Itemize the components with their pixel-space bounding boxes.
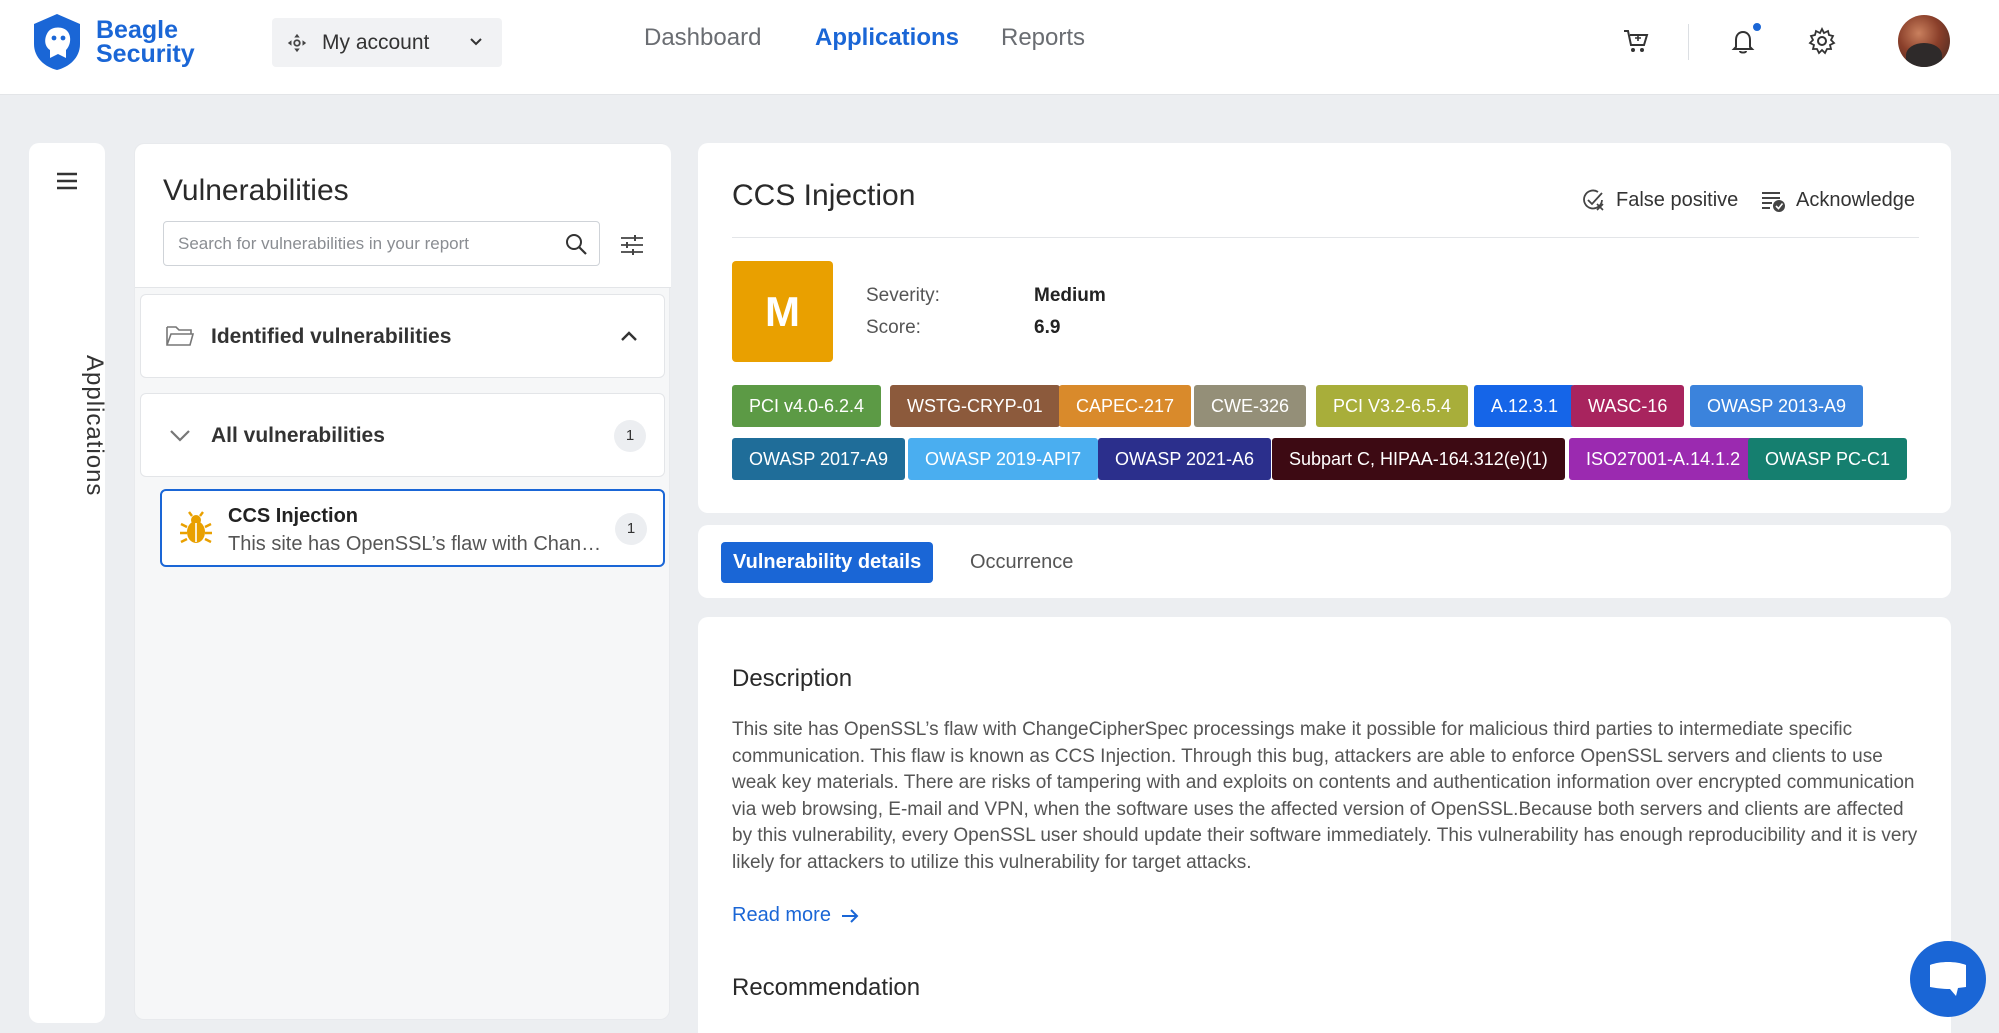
divider bbox=[1688, 24, 1689, 60]
all-label: All vulnerabilities bbox=[211, 424, 385, 447]
chevron-down-icon[interactable] bbox=[165, 422, 195, 448]
tag-owasp-2013: OWASP 2013-A9 bbox=[1690, 385, 1864, 427]
tag-owasp-2021: OWASP 2021-A6 bbox=[1098, 438, 1272, 480]
brand-name-line1: Beagle bbox=[96, 16, 178, 44]
chevron-down-icon bbox=[470, 38, 482, 46]
identified-vulnerabilities-section[interactable]: Identified vulnerabilities bbox=[140, 294, 665, 378]
tag-owasp-2019: OWASP 2019-API7 bbox=[908, 438, 1099, 480]
tag-owasp-pc: OWASP PC-C1 bbox=[1748, 438, 1908, 480]
rail-label[interactable]: Applications bbox=[80, 355, 108, 496]
bug-icon bbox=[180, 511, 212, 544]
detail-tabs: Vulnerability details Occurrence bbox=[698, 525, 1951, 598]
acknowledge-icon bbox=[1762, 192, 1785, 212]
applications-rail: Applications bbox=[29, 143, 108, 1023]
search-icon[interactable] bbox=[563, 231, 589, 257]
tag-capec: CAPEC-217 bbox=[1059, 385, 1192, 427]
tab-occurrence[interactable]: Occurrence bbox=[958, 542, 1085, 583]
read-more-link[interactable]: Read more bbox=[732, 904, 861, 927]
score-label: Score: bbox=[866, 317, 921, 338]
severity-badge: M bbox=[732, 261, 833, 362]
tag-pci-v4: PCI v4.0-6.2.4 bbox=[732, 385, 882, 427]
tag-wstg: WSTG-CRYP-01 bbox=[890, 385, 1060, 427]
description-heading: Description bbox=[732, 665, 853, 692]
gear-icon[interactable] bbox=[1807, 26, 1837, 56]
user-avatar[interactable] bbox=[1898, 15, 1950, 67]
brand-name-line2: Security bbox=[96, 40, 195, 68]
chat-button[interactable] bbox=[1910, 941, 1986, 1017]
nav-reports[interactable]: Reports bbox=[1001, 24, 1085, 52]
description-card: Description This site has OpenSSL’s flaw… bbox=[698, 617, 1951, 1033]
cart-icon[interactable] bbox=[1621, 26, 1651, 56]
chat-icon bbox=[1930, 962, 1966, 996]
score-value: 6.9 bbox=[1034, 317, 1061, 338]
nav-dashboard[interactable]: Dashboard bbox=[644, 24, 761, 52]
beagle-logo-icon bbox=[34, 14, 80, 70]
vulnerabilities-panel: Vulnerabilities Identified vulnerabiliti… bbox=[134, 143, 671, 1020]
arrow-right-icon bbox=[841, 908, 859, 923]
vulnerability-list-item[interactable]: CCS Injection This site has OpenSSL’s fl… bbox=[160, 489, 665, 567]
search-box bbox=[163, 221, 600, 266]
tag-owasp-2017: OWASP 2017-A9 bbox=[732, 438, 906, 480]
top-bar: Beagle Security My account Dashboard App… bbox=[0, 0, 1999, 95]
false-positive-button[interactable]: False positive bbox=[1580, 187, 1738, 213]
vulnerability-detail-card: CCS Injection False positive Acknowledge… bbox=[698, 143, 1951, 513]
tab-vulnerability-details[interactable]: Vulnerability details bbox=[721, 542, 934, 583]
all-vulnerabilities-section[interactable]: All vulnerabilities 1 bbox=[140, 393, 665, 477]
vulnerability-summary: This site has OpenSSL’s flaw with Change… bbox=[228, 533, 608, 555]
tag-hipaa: Subpart C, HIPAA-164.312(e)(1) bbox=[1272, 438, 1565, 480]
divider bbox=[732, 237, 1919, 238]
folder-open-icon bbox=[166, 326, 195, 346]
severity-value: Medium bbox=[1034, 285, 1106, 306]
filter-sliders-icon[interactable] bbox=[619, 232, 645, 258]
count-badge: 1 bbox=[615, 513, 647, 545]
menu-icon[interactable] bbox=[56, 171, 78, 191]
notification-dot bbox=[1751, 21, 1763, 33]
brand-logo[interactable]: Beagle Security bbox=[30, 12, 195, 72]
account-label: My account bbox=[322, 30, 430, 54]
acknowledge-button[interactable]: Acknowledge bbox=[1760, 187, 1915, 213]
count-badge: 1 bbox=[614, 420, 646, 452]
tag-iso27001: ISO27001-A.14.1.2 bbox=[1569, 438, 1758, 480]
severity-label: Severity: bbox=[866, 285, 940, 306]
tag-wasc: WASC-16 bbox=[1571, 385, 1685, 427]
read-more-label: Read more bbox=[732, 904, 831, 926]
tag-pci-v32: PCI V3.2-6.5.4 bbox=[1316, 385, 1469, 427]
acknowledge-label: Acknowledge bbox=[1796, 188, 1915, 211]
vulnerability-title: CCS Injection bbox=[228, 505, 359, 527]
search-input[interactable] bbox=[164, 222, 544, 265]
recommendation-heading: Recommendation bbox=[732, 974, 921, 1001]
identified-label: Identified vulnerabilities bbox=[211, 325, 452, 348]
account-selector[interactable]: My account bbox=[272, 18, 502, 67]
tag-cwe: CWE-326 bbox=[1194, 385, 1307, 427]
panel-title: Vulnerabilities bbox=[163, 174, 349, 207]
nav-applications[interactable]: Applications bbox=[815, 24, 959, 52]
chevron-up-icon[interactable] bbox=[618, 325, 640, 347]
vulnerability-heading: CCS Injection bbox=[732, 179, 916, 212]
tag-iso-a1231: A.12.3.1 bbox=[1474, 385, 1576, 427]
false-positive-label: False positive bbox=[1616, 188, 1739, 211]
crosshair-icon bbox=[287, 33, 307, 52]
description-text: This site has OpenSSL’s flaw with Change… bbox=[732, 719, 1918, 873]
panel-header: Vulnerabilities bbox=[135, 144, 671, 288]
false-positive-icon bbox=[1583, 189, 1604, 211]
